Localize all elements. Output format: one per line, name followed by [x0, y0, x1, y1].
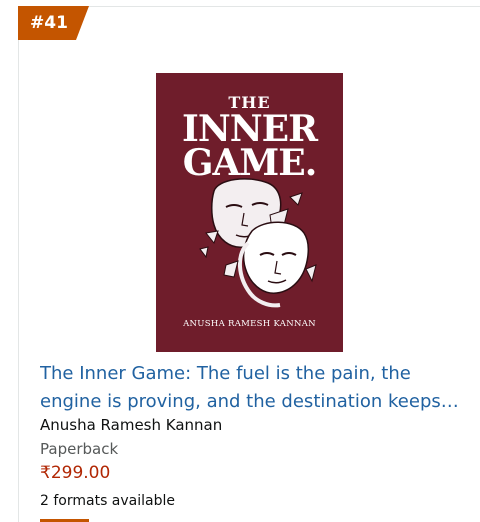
book-title-link[interactable]: The Inner Game: The fuel is the pain, th… [40, 360, 460, 416]
format-label: Paperback [40, 440, 119, 458]
book-cover-image[interactable]: THE INNER GAME. ANUSHA RAMESH KANNAN [156, 73, 343, 352]
book-title-line2[interactable]: engine is proving, and the destination k… [40, 388, 460, 416]
cover-author-text: ANUSHA RAMESH KANNAN [183, 319, 316, 329]
price[interactable]: ₹299.00 [40, 462, 110, 484]
formats-available-link[interactable]: 2 formats available [40, 491, 175, 511]
cracked-masks-illustration [199, 178, 317, 308]
author-name: Anusha Ramesh Kannan [40, 416, 223, 434]
rank-label: #41 [30, 13, 68, 33]
book-title-line1[interactable]: The Inner Game: The fuel is the pain, th… [40, 360, 460, 388]
rank-badge: #41 [18, 6, 89, 40]
